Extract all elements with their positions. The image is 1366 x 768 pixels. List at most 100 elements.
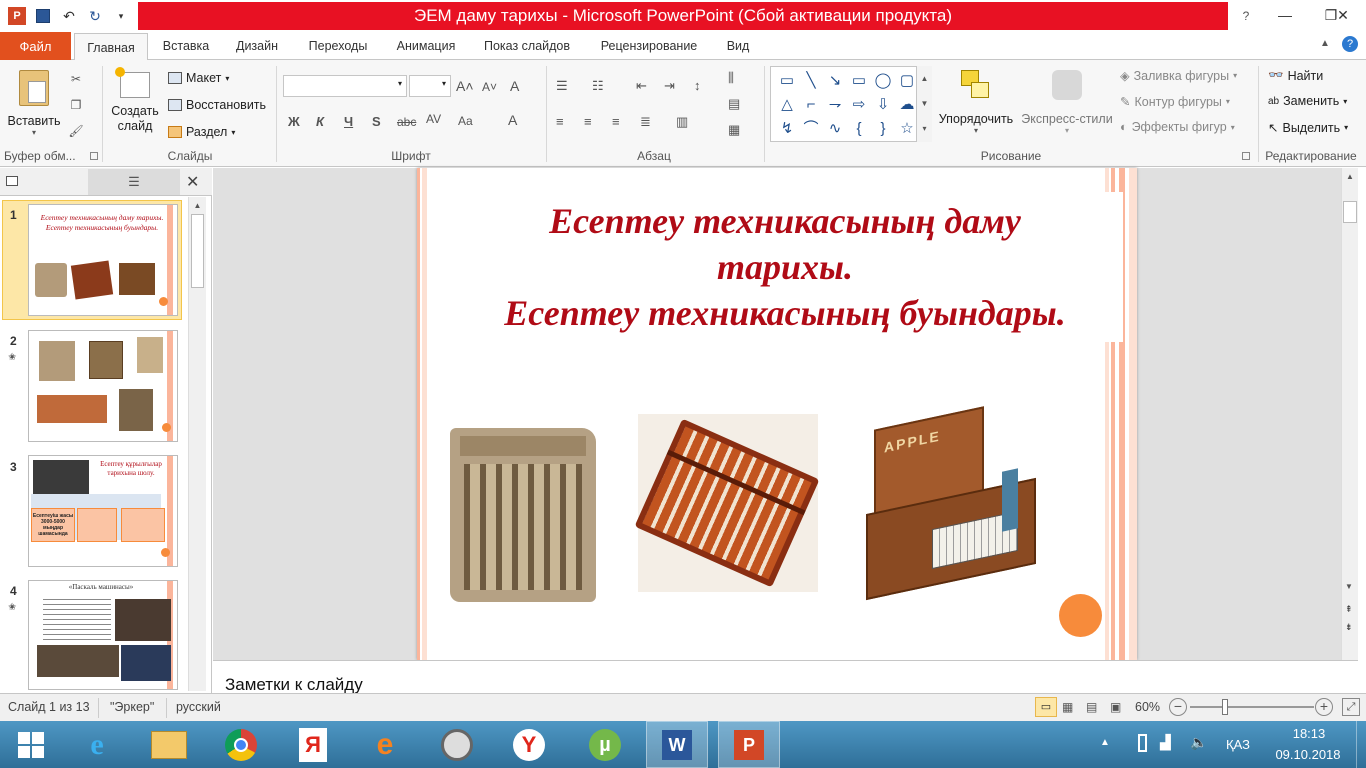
help-icon[interactable]: ? [1342,36,1358,52]
abacus-ancient-image[interactable] [450,428,596,602]
arrow-line-shape-icon[interactable]: ↘ [823,69,847,93]
align-center-icon[interactable]: ≡ [584,114,592,129]
copy-icon[interactable]: ❐ [66,96,86,114]
keyboard-language[interactable]: ҚАЗ [1226,737,1250,752]
battery-icon[interactable] [1138,734,1147,752]
brace-right-icon[interactable]: } [871,117,895,141]
redo-icon[interactable]: ↻ [84,5,106,27]
font-family-field[interactable]: ▾ [283,75,407,97]
bullets-icon[interactable]: ☰ [556,78,568,94]
replace-button[interactable]: ab Заменить ▾ [1268,94,1347,108]
zoom-in-icon[interactable]: + [1315,698,1333,716]
clipboard-launcher-icon[interactable] [90,152,98,160]
numbering-icon[interactable]: ☷ [592,78,604,94]
bold-button[interactable]: Ж [288,114,300,129]
start-button[interactable] [0,721,62,768]
align-right-icon[interactable]: ≡ [612,114,620,129]
show-hidden-icons[interactable]: ▲ [1100,737,1110,748]
grow-font-icon[interactable]: A˄ [456,78,474,94]
collapse-ribbon-icon[interactable]: ▲ [1320,38,1330,49]
clock-date[interactable]: 09.10.2018 [1268,747,1348,762]
zoom-level[interactable]: 60% [1135,700,1160,714]
zoom-slider-thumb[interactable] [1222,699,1228,715]
powerpoint-icon[interactable]: P [6,5,28,27]
volume-icon[interactable]: 🔈 [1190,734,1207,751]
help-button[interactable]: ? [1232,4,1260,28]
slide-title[interactable]: Есептеу техникасының даму тарихы. Есепте… [455,198,1115,336]
increase-indent-icon[interactable]: ⇥ [664,78,675,94]
italic-button[interactable]: К [316,114,324,129]
shrink-font-icon[interactable]: A˅ [482,80,497,94]
down-arrow-shape-icon[interactable]: ⇩ [871,93,895,117]
language-indicator[interactable]: русский [176,700,221,714]
pane-scrollbar[interactable]: ▲ [188,197,206,691]
abacus-wooden-image[interactable] [634,414,820,592]
right-arrow-shape-icon[interactable]: ⇨ [847,93,871,117]
taskbar-powerpoint[interactable]: P [718,721,780,768]
format-painter-icon[interactable]: 🖌 [66,122,86,140]
tab-insert[interactable]: Вставка [152,32,220,60]
zoom-out-icon[interactable]: − [1169,698,1187,716]
slide-thumbnail-2[interactable] [28,330,178,442]
clock-time[interactable]: 18:13 [1274,726,1344,741]
show-desktop-button[interactable] [1356,721,1366,768]
align-left-icon[interactable]: ≡ [556,114,564,129]
text-direction-icon[interactable]: ⫼ [728,70,734,86]
taskbar-yandex-browser[interactable]: Y [498,721,560,768]
quick-styles-button[interactable]: Экспресс-стили ▾ [1020,66,1114,144]
save-icon[interactable] [32,5,54,27]
scroll-thumb[interactable] [1343,201,1357,223]
shapes-scroll[interactable]: ▲ ▼ ▾ [916,66,932,142]
taskbar-media[interactable] [426,721,488,768]
cut-icon[interactable]: ✂ [66,70,86,88]
new-slide-button[interactable]: Создать слайд [108,66,162,144]
triangle-shape-icon[interactable]: △ [775,93,799,117]
shadow-button[interactable]: S [372,114,381,129]
tab-design[interactable]: Дизайн [224,32,290,60]
layout-button[interactable]: Макет ▾ [168,69,229,87]
line-shape-icon[interactable]: ╲ [799,69,823,93]
outline-tab-icon[interactable]: ☰ [88,169,180,195]
section-button[interactable]: Раздел ▾ [168,123,235,141]
shape-effects-button[interactable]: ◐ Эффекты фигур ▾ [1120,120,1235,134]
curve-shape-icon[interactable]: ∿ [823,117,847,141]
taskbar-origin[interactable]: e [354,721,416,768]
tab-view[interactable]: Вид [716,32,760,60]
elbow-arrow-icon[interactable]: ⇁ [823,93,847,117]
sorter-view-icon[interactable]: ▦ [1062,700,1073,714]
oval-shape-icon[interactable]: ◯ [871,69,895,93]
smartart-icon[interactable]: ▦ [728,122,740,138]
close-pane-icon[interactable]: ✕ [186,172,199,192]
shape-outline-button[interactable]: ✎ Контур фигуры ▾ [1120,94,1230,110]
undo-icon[interactable]: ↶ [58,5,80,27]
underline-button[interactable]: Ч [344,114,353,129]
select-button[interactable]: ↖ Выделить ▾ [1268,120,1348,136]
align-text-icon[interactable]: ▤ [728,96,740,112]
reset-button[interactable]: Восстановить [168,96,266,114]
clear-format-icon[interactable]: A [510,78,519,94]
apple-computer-image[interactable]: APPLE [862,406,1042,601]
slideshow-view-icon[interactable]: ▣ [1110,700,1121,714]
shapes-gallery[interactable]: ▭ ╲ ↘ ▭ ◯ ▢ △ ⌐ ⇁ ⇨ ⇩ ☁ ↯ ⌒ ∿{} ☆ [770,66,932,142]
paste-button[interactable]: Вставить ▾ [4,66,64,144]
network-icon[interactable]: ▟ [1160,734,1171,751]
arrange-button[interactable]: Упорядочить ▾ [936,66,1016,144]
fit-to-window-icon[interactable]: ⤢ [1342,698,1360,716]
taskbar-chrome[interactable] [210,721,272,768]
tab-animation[interactable]: Анимация [384,32,468,60]
close-button[interactable]: ✕ [1320,0,1366,30]
brace-left-icon[interactable]: { [847,117,871,141]
zoom-slider[interactable] [1190,706,1314,708]
customize-qat-icon[interactable]: ▾ [110,5,132,27]
elbow-connector-icon[interactable]: ⌐ [799,93,823,117]
drawing-launcher-icon[interactable] [1242,152,1250,160]
scroll-down-icon[interactable]: ▼ [1345,582,1353,591]
notes-pane[interactable]: Заметки к слайду [213,660,1358,694]
curve-arrow-icon[interactable]: ↯ [775,117,799,141]
decrease-indent-icon[interactable]: ⇤ [636,78,647,94]
line-spacing-icon[interactable]: ↕ [694,78,701,93]
tab-review[interactable]: Рецензирование [588,32,710,60]
columns-icon[interactable]: ▥ [676,114,688,130]
tab-file[interactable]: Файл [0,32,71,60]
reading-view-icon[interactable]: ▤ [1086,700,1097,714]
